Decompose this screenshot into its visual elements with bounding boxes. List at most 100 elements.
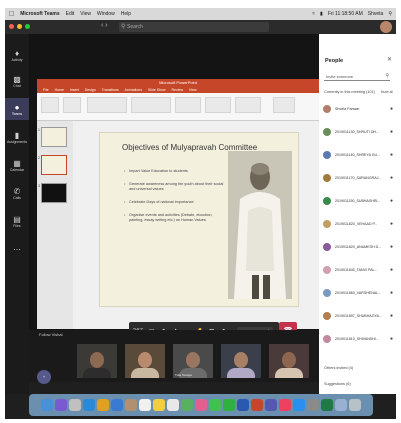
participant-row[interactable]: Shveta Panwar ●	[323, 102, 393, 116]
mail-icon[interactable]	[111, 399, 123, 411]
suggestions-section[interactable]: Suggestions (6)	[324, 382, 351, 386]
mute-all-link[interactable]: Mute all	[381, 90, 393, 94]
menu-help[interactable]: Help	[121, 11, 131, 17]
teams-app-icon[interactable]	[265, 399, 277, 411]
preview-icon[interactable]	[335, 399, 347, 411]
minimize-window-icon[interactable]	[17, 24, 22, 29]
notes-icon[interactable]	[153, 399, 165, 411]
invite-someone-input[interactable]: Invite someone	[324, 72, 390, 81]
participant-face	[282, 352, 296, 368]
zoom-window-icon[interactable]	[25, 24, 30, 29]
font-controls[interactable]	[87, 97, 127, 113]
participant-row[interactable]: 2019011820_ANUMESH D... ●	[323, 240, 393, 254]
maps-icon[interactable]	[181, 399, 193, 411]
calendar-app-icon[interactable]	[139, 399, 151, 411]
phone-icon: ✆	[13, 186, 21, 196]
reminders-icon[interactable]	[167, 399, 179, 411]
quick-styles-icon[interactable]	[235, 97, 261, 113]
music-icon[interactable]	[279, 399, 291, 411]
others-invited-section[interactable]: Others invited (4)	[324, 366, 353, 370]
paragraph-controls[interactable]	[131, 97, 171, 113]
rail-files[interactable]: ▤ Files	[5, 210, 29, 232]
participant-tile[interactable]	[221, 344, 261, 378]
arrange-icon[interactable]	[205, 97, 231, 113]
new-slide-icon[interactable]	[63, 97, 81, 113]
search-input[interactable]: ⚲ Search	[119, 22, 269, 32]
launchpad-icon[interactable]	[69, 399, 81, 411]
menubar-clock[interactable]: Fri 11:18:50 AM	[328, 11, 363, 17]
menu-view[interactable]: View	[80, 11, 91, 17]
powerpoint-icon[interactable]	[251, 399, 263, 411]
participant-tile[interactable]	[269, 344, 309, 378]
slide-thumbnail[interactable]: 3	[38, 183, 67, 203]
microphone-icon: ●	[389, 129, 393, 135]
participant-tile[interactable]	[125, 344, 165, 378]
slide-thumbnail[interactable]: 2	[38, 155, 67, 175]
rail-more[interactable]: ⋯	[5, 238, 29, 260]
participant-strip: Follow Vishal Tulsi Teraiya	[29, 330, 319, 382]
participant-row[interactable]: 2019011820_VEHAAD P... ●	[323, 217, 393, 231]
slide-thumbnail[interactable]: 1	[38, 127, 67, 147]
participant-name: Shveta Panwar	[335, 107, 360, 111]
close-icon[interactable]: ✕	[387, 56, 392, 63]
word-icon[interactable]	[237, 399, 249, 411]
contacts-icon[interactable]	[125, 399, 137, 411]
share-invite-icon[interactable]: ⚲	[385, 73, 389, 79]
rail-chat[interactable]: ▩ Chat	[5, 70, 29, 92]
spotlight-icon[interactable]: ⚲	[388, 11, 392, 17]
more-participants-badge[interactable]: +	[37, 370, 51, 384]
apple-icon[interactable]: 	[9, 11, 14, 18]
participant-row[interactable]: 2019011150_SUBHASHRI... ●	[323, 194, 393, 208]
participant-face	[186, 352, 200, 368]
microphone-icon: ●	[389, 290, 393, 296]
participant-row[interactable]: 2019011140_SHREYA GU... ●	[323, 148, 393, 162]
in-meeting-count[interactable]: Currently in this meeting (101)	[324, 90, 375, 94]
rail-calls[interactable]: ✆ Calls	[5, 182, 29, 204]
shapes-icon[interactable]	[175, 97, 201, 113]
designer-icon[interactable]	[273, 97, 295, 113]
photos-icon[interactable]	[195, 399, 207, 411]
participant-row[interactable]: 2019011897_SHUBHAGYA... ●	[323, 309, 393, 323]
menubar-user[interactable]: Shveta	[368, 11, 384, 17]
participant-row[interactable]: 2019011840_TANVI PAL... ●	[323, 263, 393, 277]
excel-icon[interactable]	[321, 399, 333, 411]
avatar	[323, 289, 331, 297]
rail-activity[interactable]: ♦ Activity	[5, 44, 29, 66]
rail-teams[interactable]: ● Teams	[5, 98, 29, 120]
paste-icon[interactable]	[41, 97, 59, 113]
settings-icon[interactable]	[307, 399, 319, 411]
rail-assignments[interactable]: ▮ Assignments	[5, 126, 29, 148]
participant-row[interactable]: 2019011130_SHRUTI DH... ●	[323, 125, 393, 139]
user-avatar[interactable]	[380, 21, 392, 33]
more-icon: ⋯	[13, 244, 21, 254]
avatar	[323, 151, 331, 159]
chrome-icon[interactable]	[97, 399, 109, 411]
facetime-icon[interactable]	[223, 399, 235, 411]
thumb-num: 2	[38, 156, 40, 160]
trash-icon[interactable]	[349, 399, 361, 411]
rail-calendar[interactable]: ▦ Calendar	[5, 154, 29, 176]
microphone-icon: ●	[389, 267, 393, 273]
menu-edit[interactable]: Edit	[66, 11, 75, 17]
battery-icon[interactable]: ▮	[320, 11, 323, 17]
microphone-icon: ●	[389, 106, 393, 112]
menu-window[interactable]: Window	[97, 11, 115, 17]
nav-arrows[interactable]: ‹ ›	[101, 22, 108, 29]
messages-icon[interactable]	[209, 399, 221, 411]
siri-icon[interactable]	[55, 399, 67, 411]
finder-icon[interactable]	[41, 399, 53, 411]
participant-row[interactable]: 2019011170_SARANGRAJ... ●	[323, 171, 393, 185]
participant-row[interactable]: 2019011810_SHIVANSHI... ●	[323, 332, 393, 346]
participant-tile[interactable]	[77, 344, 117, 378]
wifi-icon[interactable]: ≈	[312, 11, 315, 17]
participant-name: 2019011130_SHRUTI DH...	[335, 130, 380, 134]
participant-name: 2019011840_TANVI PAL...	[335, 268, 378, 272]
rail-label: Calendar	[9, 167, 25, 172]
menu-app-name[interactable]: Microsoft Teams	[20, 11, 59, 17]
safari-icon[interactable]	[83, 399, 95, 411]
appstore-icon[interactable]	[293, 399, 305, 411]
participant-row[interactable]: 2019011860_VARSHENAL... ●	[323, 286, 393, 300]
thumb-num: 3	[38, 184, 40, 188]
participant-tile[interactable]: Tulsi Teraiya	[173, 344, 213, 378]
close-window-icon[interactable]	[9, 24, 14, 29]
